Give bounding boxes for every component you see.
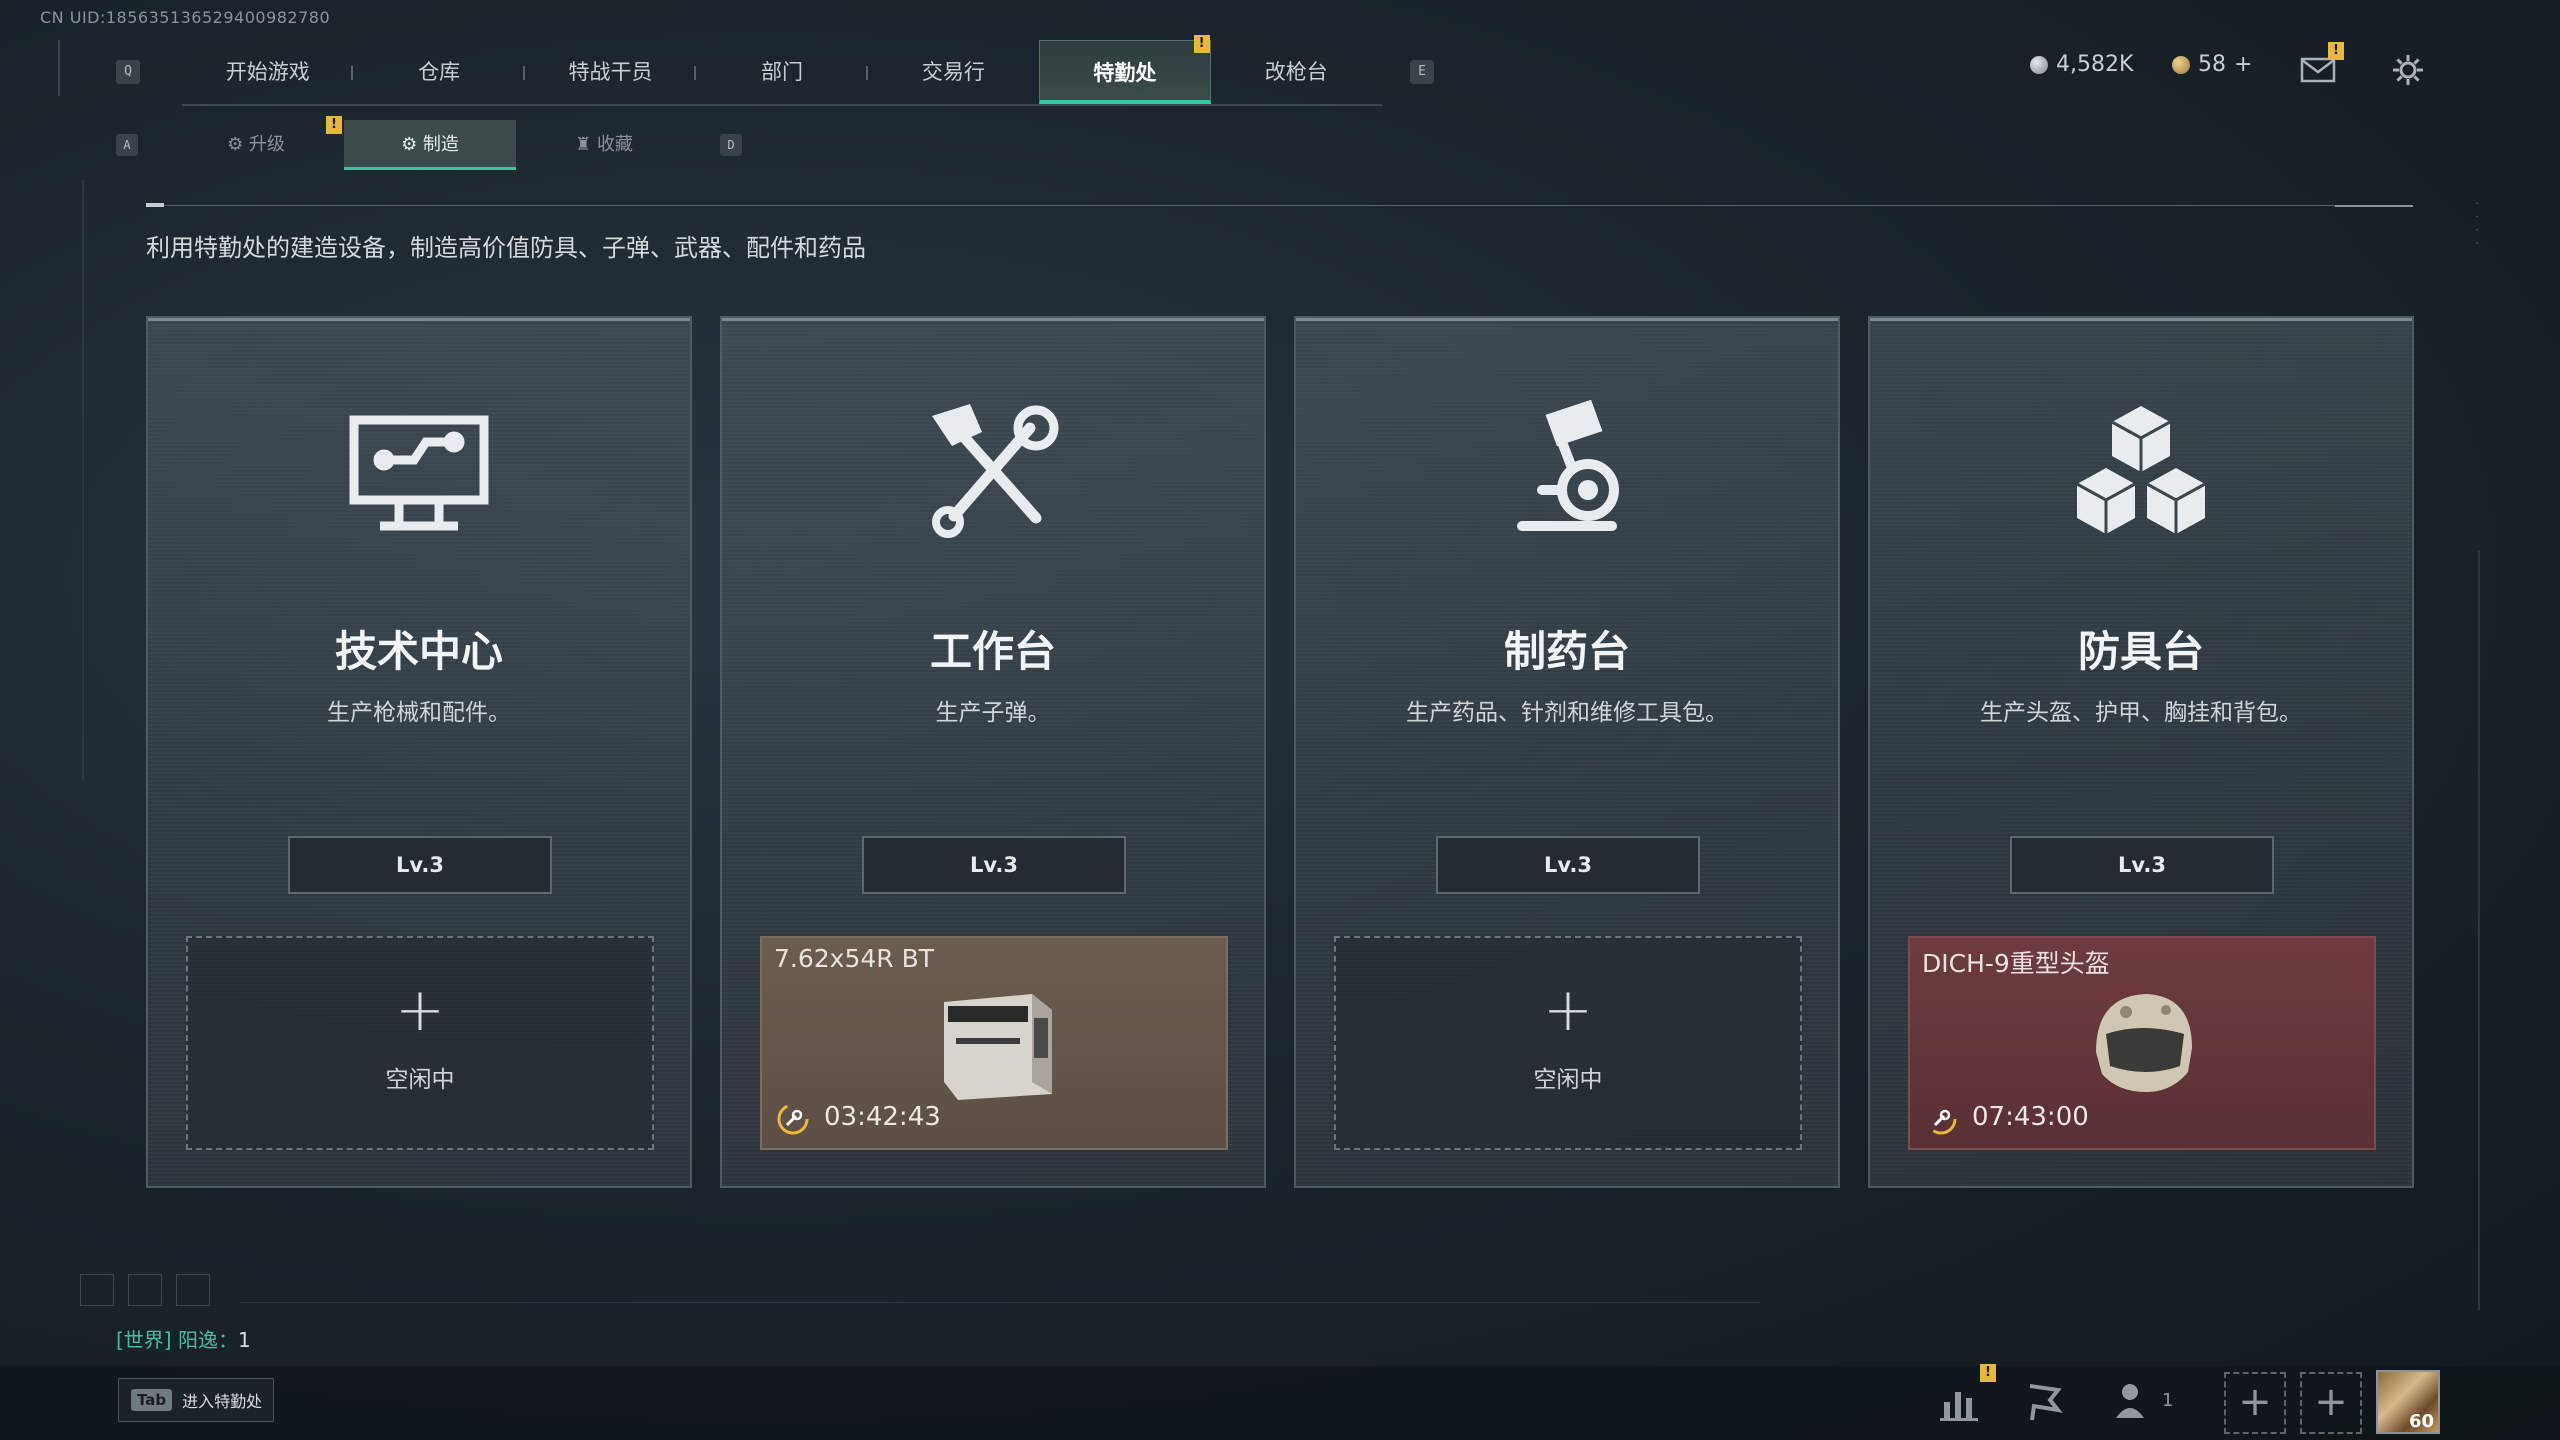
production-slot-empty[interactable]: + 空闲中 — [186, 936, 654, 1150]
deco-line — [240, 1302, 1760, 1303]
deco-box — [128, 1274, 162, 1306]
station-card-pharmacy[interactable]: 制药台 生产药品、针剂和维修工具包。 Lv.3 + 空闲中 — [1294, 316, 1840, 1188]
subtab-next-key[interactable]: D — [720, 134, 742, 156]
card-topline — [722, 318, 1264, 321]
alert-badge: ! — [1193, 35, 1210, 53]
station-card-armor[interactable]: 防具台 生产头盔、护甲、胸挂和背包。 Lv.3 DICH-9重型头盔 07:43… — [1868, 316, 2414, 1188]
deco-line — [2478, 550, 2480, 1310]
station-card-tech-center[interactable]: 技术中心 生产枪械和配件。 Lv.3 + 空闲中 — [146, 316, 692, 1188]
squad-members[interactable]: 1 — [2114, 1376, 2184, 1426]
tab-market[interactable]: 交易行 — [868, 40, 1039, 104]
nav-prev-key[interactable]: Q — [116, 60, 140, 84]
tab-warehouse[interactable]: 仓库 — [353, 40, 525, 104]
divider-marker — [146, 203, 164, 207]
tab-gunsmith[interactable]: 改枪台 — [1211, 40, 1382, 104]
card-topline — [1870, 318, 2412, 321]
tab-operators[interactable]: 特战干员 — [525, 40, 697, 104]
production-slot-empty[interactable]: + 空闲中 — [1334, 936, 1802, 1150]
nav-next-key[interactable]: E — [1410, 60, 1434, 84]
add-icon: + — [1542, 975, 1594, 1045]
enter-special-ops-hint[interactable]: Tab 进入特勤处 — [118, 1378, 274, 1422]
add-icon: + — [394, 975, 446, 1045]
divider-marker — [2335, 205, 2413, 207]
deco-box — [176, 1274, 210, 1306]
subtab-collection[interactable]: ♜ 收藏 — [518, 120, 690, 170]
alert-badge: ! — [2328, 42, 2344, 60]
alert-badge: ! — [326, 116, 342, 134]
card-topline — [148, 318, 690, 321]
deco-line — [82, 180, 84, 780]
subtab-prev-key[interactable]: A — [116, 134, 138, 156]
level-button[interactable]: Lv.3 — [1436, 836, 1700, 894]
tab-department[interactable]: 部门 — [696, 40, 868, 104]
world-chat-line[interactable]: [世界] 阳逸：1 — [116, 1324, 251, 1353]
divider — [146, 205, 2411, 206]
card-topline — [1296, 318, 1838, 321]
item-name: 7.62x54R BT — [774, 944, 935, 973]
mail-icon[interactable]: ! — [2300, 42, 2344, 84]
tab-start-game[interactable]: 开始游戏 — [182, 40, 354, 104]
item-name: DICH-9重型头盔 — [1922, 949, 2110, 978]
level-button[interactable]: Lv.3 — [2010, 836, 2274, 894]
wrench-timer-icon — [776, 1102, 810, 1136]
microscope-icon — [1492, 398, 1642, 548]
production-slot-active[interactable]: DICH-9重型头盔 07:43:00 — [1908, 936, 2376, 1150]
invite-slot-button[interactable]: + — [2300, 1372, 2362, 1434]
slot-status: 空闲中 — [1533, 1067, 1603, 1093]
subtab-upgrade[interactable]: ⚙ 升级 ! — [170, 116, 342, 170]
tab-key: Tab — [131, 1389, 173, 1411]
deco-box — [80, 1274, 114, 1306]
helmet-icon — [2076, 982, 2208, 1102]
hammer-wrench-icon — [918, 398, 1068, 548]
gold-currency[interactable]: 58 + — [2172, 52, 2252, 77]
production-timer: 07:43:00 — [1972, 1102, 2089, 1132]
stats-chart-icon[interactable]: ! — [1936, 1364, 1996, 1426]
level-button[interactable]: Lv.3 — [288, 836, 552, 894]
card-subtitle: 生产枪械和配件。 — [327, 700, 511, 726]
add-gold-button[interactable]: + — [2234, 52, 2252, 77]
deco-line — [58, 40, 60, 96]
card-title: 技术中心 — [334, 627, 503, 676]
slot-status: 空闲中 — [385, 1067, 455, 1093]
settings-gear-icon[interactable] — [2390, 52, 2426, 88]
invite-slot-button[interactable]: + — [2224, 1372, 2286, 1434]
card-subtitle: 生产头盔、护甲、胸挂和背包。 — [1980, 700, 2302, 726]
flag-icon[interactable] — [2018, 1376, 2068, 1426]
ammo-box-icon — [928, 982, 1060, 1102]
card-subtitle: 生产子弹。 — [935, 700, 1051, 726]
computer-icon — [344, 398, 494, 548]
squad-icon — [2116, 1384, 2144, 1418]
card-title: 制药台 — [1503, 627, 1630, 676]
silver-currency: 4,582K — [2030, 52, 2133, 77]
player-uid: CN UID:1856351365294009827​80 — [40, 8, 331, 27]
card-subtitle: 生产药品、针剂和维修工具包。 — [1406, 700, 1728, 726]
subtab-craft[interactable]: ⚙ 制造 — [344, 120, 516, 170]
player-avatar[interactable]: 60 — [2376, 1370, 2440, 1434]
card-title: 工作台 — [929, 627, 1056, 676]
card-title: 防具台 — [2077, 627, 2204, 676]
armor-cubes-icon — [2066, 398, 2216, 548]
gold-coin-icon — [2172, 55, 2190, 74]
production-slot-active[interactable]: 7.62x54R BT 03:42:43 — [760, 936, 1228, 1150]
level-button[interactable]: Lv.3 — [862, 836, 1126, 894]
tab-special-ops[interactable]: 特勤处 ! — [1039, 35, 1211, 104]
collection-icon: ♜ — [575, 134, 597, 155]
main-nav: 开始游戏 仓库 特战干员 部门 交易行 特勤处 ! 改枪台 — [182, 35, 1382, 106]
page-description: 利用特勤处的建造设备，制造高价值防具、子弹、武器、配件和药品 — [146, 234, 866, 262]
upgrade-icon: ⚙ — [227, 134, 249, 155]
production-timer: 03:42:43 — [824, 1102, 941, 1132]
craft-icon: ⚙ — [401, 134, 423, 155]
silver-coin-icon — [2030, 55, 2048, 74]
deco-text: · · · · — [2470, 200, 2483, 247]
station-card-workbench[interactable]: 工作台 生产子弹。 Lv.3 7.62x54R BT 03:42:43 — [720, 316, 1266, 1188]
wrench-timer-icon — [1924, 1102, 1958, 1136]
player-level: 60 — [2408, 1411, 2434, 1432]
alert-badge: ! — [1980, 1364, 1996, 1382]
